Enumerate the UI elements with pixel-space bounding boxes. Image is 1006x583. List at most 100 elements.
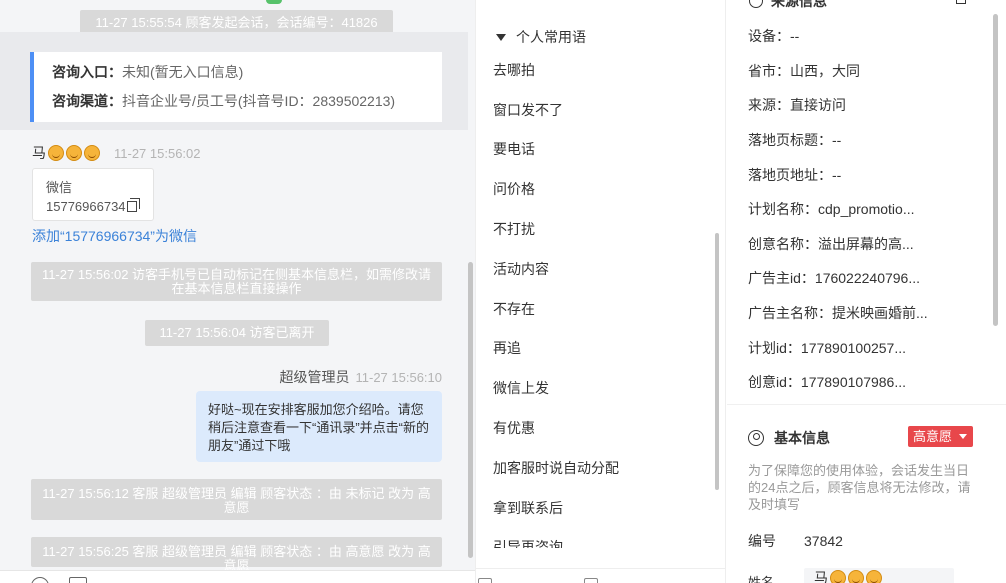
field-creative-id: 创意id：177890107986... xyxy=(748,374,906,390)
source-icon xyxy=(749,0,763,8)
source-info-title: 来源信息 xyxy=(771,0,827,9)
customer-id-label: 编号 xyxy=(748,533,776,549)
field-region: 省市：山西，大同 xyxy=(748,63,860,79)
smile-emoji-icon xyxy=(48,145,64,161)
phrase-item[interactable]: 窗口发不了 xyxy=(493,102,563,118)
field-value: -- xyxy=(832,132,842,148)
phrases-scrollbar[interactable] xyxy=(715,233,719,490)
phrase-group-title: 个人常用语 xyxy=(516,29,586,45)
customer-name-field[interactable]: 马 xyxy=(804,568,954,583)
phrase-item[interactable]: 微信上发 xyxy=(493,380,549,396)
agent-message-time: 11-27 15:56:10 xyxy=(355,370,443,385)
customer-id-row: 编号 37842 xyxy=(748,533,843,549)
caret-down-icon xyxy=(959,434,967,439)
phrase-item[interactable]: 问价格 xyxy=(493,181,535,197)
field-value: -- xyxy=(790,28,800,44)
user-icon xyxy=(748,430,764,446)
info-scrollbar[interactable] xyxy=(993,14,998,326)
system-message-status-change: 11-27 15:56:12 客服 超级管理员 编辑 顾客状态 ：由 未标记 改… xyxy=(31,479,442,520)
phrase-item[interactable]: 不存在 xyxy=(493,301,535,317)
system-message-status-change: 11-27 15:56:25 客服 超级管理员 编辑 顾客状态 ：由 高意愿 改… xyxy=(31,537,442,573)
consult-channel-row: 咨询渠道：抖音企业号/员工号(抖音号ID：2839502213) xyxy=(52,93,442,122)
field-plan-id: 计划id：177890100257... xyxy=(748,340,906,356)
basic-info-title: 基本信息 xyxy=(774,430,830,446)
quick-phrases-panel: 个人常用语 去哪拍 窗口发不了 要电话 问价格 不打扰 活动内容 不存在 再追 … xyxy=(475,0,726,583)
edit-deadline-notice: 为了保障您的使用体验，会话发生当日的24点之后，顾客信息将无法修改，请及时填写 xyxy=(748,463,971,512)
agent-name: 超级管理员 xyxy=(279,369,350,385)
wechat-card-title: 微信 xyxy=(46,180,73,195)
section-divider xyxy=(727,404,1006,405)
smile-emoji-icon xyxy=(84,145,100,161)
phrase-item[interactable]: 不打扰 xyxy=(493,221,535,237)
field-value: -- xyxy=(832,167,842,183)
agent-message-bubble: 好哒~现在安排客服加您介绍哈。请您稍后注意查看一下“通讯录”并点击“新的朋友”通… xyxy=(196,391,442,462)
smile-emoji-icon xyxy=(830,570,846,583)
consult-channel-value: 抖音企业号/员工号(抖音号ID：2839502213) xyxy=(122,93,396,109)
caret-down-icon xyxy=(496,33,506,41)
manage-phrase-icon[interactable] xyxy=(584,578,598,583)
consult-info-card: 咨询入口：未知(暂无入口信息) 咨询渠道：抖音企业号/员工号(抖音号ID：283… xyxy=(0,32,468,130)
phrase-item[interactable]: 拿到联系后 xyxy=(493,500,563,516)
wechat-card-number: 15776966734 xyxy=(46,199,126,214)
field-label: 广告主名称： xyxy=(748,305,832,321)
wechat-card[interactable]: 微信 15776966734 xyxy=(32,168,154,221)
chat-input-toolbar xyxy=(0,570,475,583)
field-landing-url: 落地页地址：-- xyxy=(748,167,841,183)
system-message-phone-marked: 11-27 15:56:02 访客手机号已自动标记在侧基本信息栏，如需修改请在基… xyxy=(31,262,442,301)
add-wechat-link[interactable]: 添加“15776966734”为微信 xyxy=(32,226,197,246)
image-icon[interactable] xyxy=(69,577,87,583)
customer-id-value: 37842 xyxy=(804,533,843,549)
field-value: 直接访问 xyxy=(790,97,846,113)
smile-emoji-icon xyxy=(866,570,882,583)
phrase-item[interactable]: 引导再咨询 xyxy=(493,539,563,548)
emoji-icon[interactable] xyxy=(31,577,49,583)
field-label: 落地页标题： xyxy=(748,132,832,148)
field-landing-title: 落地页标题：-- xyxy=(748,132,841,148)
field-label: 计划名称： xyxy=(748,201,818,217)
add-phrase-icon[interactable] xyxy=(478,578,492,583)
basic-info-header: 基本信息 xyxy=(748,428,830,448)
field-value: 溢出屏幕的高... xyxy=(818,236,914,252)
copy-icon[interactable] xyxy=(126,198,140,212)
phrase-item[interactable]: 再追 xyxy=(493,340,521,356)
consult-entry-value: 未知(暂无入口信息) xyxy=(122,64,244,80)
field-value: cdp_promotio... xyxy=(818,201,915,217)
field-device: 设备：-- xyxy=(748,28,799,44)
consult-entry-label: 咨询入口： xyxy=(52,64,122,80)
smile-emoji-icon xyxy=(848,570,864,583)
field-advertiser-id: 广告主id：176022240796... xyxy=(748,270,920,286)
field-value: 177890107986... xyxy=(800,374,907,390)
phrase-item[interactable]: 活动内容 xyxy=(493,261,549,277)
phrase-item[interactable]: 有优惠 xyxy=(493,420,535,436)
intent-status-dropdown[interactable]: 高意愿 xyxy=(908,426,973,447)
field-value: 提米映画婚前... xyxy=(832,305,928,321)
field-label: 广告主id： xyxy=(748,270,815,286)
field-label: 创意名称： xyxy=(748,236,818,252)
consult-channel-label: 咨询渠道： xyxy=(52,93,122,109)
phrases-footer xyxy=(476,568,725,583)
intent-status-label: 高意愿 xyxy=(913,429,953,444)
field-label: 落地页地址： xyxy=(748,167,832,183)
field-value: 山西，大同 xyxy=(790,63,860,79)
source-info-header: 来源信息 xyxy=(749,0,827,11)
phrase-item[interactable]: 加客服时说自动分配 xyxy=(493,460,619,476)
field-label: 设备： xyxy=(748,28,790,44)
field-label: 来源： xyxy=(748,97,790,113)
edit-icon[interactable] xyxy=(956,0,966,4)
visitor-name: 马 xyxy=(32,145,46,161)
field-label: 创意id： xyxy=(748,374,801,390)
phrase-item[interactable]: 去哪拍 xyxy=(493,62,535,78)
smile-emoji-icon xyxy=(66,145,82,161)
field-source: 来源：直接访问 xyxy=(748,97,846,113)
field-advertiser-name: 广告主名称：提米映画婚前... xyxy=(748,305,928,321)
visitor-message-time: 11-27 15:56:02 xyxy=(114,145,201,161)
phrase-item[interactable]: 要电话 xyxy=(493,141,535,157)
chat-scrollbar[interactable] xyxy=(468,262,473,558)
field-creative-name: 创意名称：溢出屏幕的高... xyxy=(748,236,914,252)
customer-name-label: 姓名 xyxy=(748,575,775,583)
phrase-group-header[interactable]: 个人常用语 xyxy=(496,27,586,47)
customer-name-value: 马 xyxy=(814,570,828,583)
field-plan-name: 计划名称：cdp_promotio... xyxy=(748,201,915,217)
field-label: 省市： xyxy=(748,63,790,79)
customer-name-label-row: 姓名 xyxy=(748,572,774,583)
